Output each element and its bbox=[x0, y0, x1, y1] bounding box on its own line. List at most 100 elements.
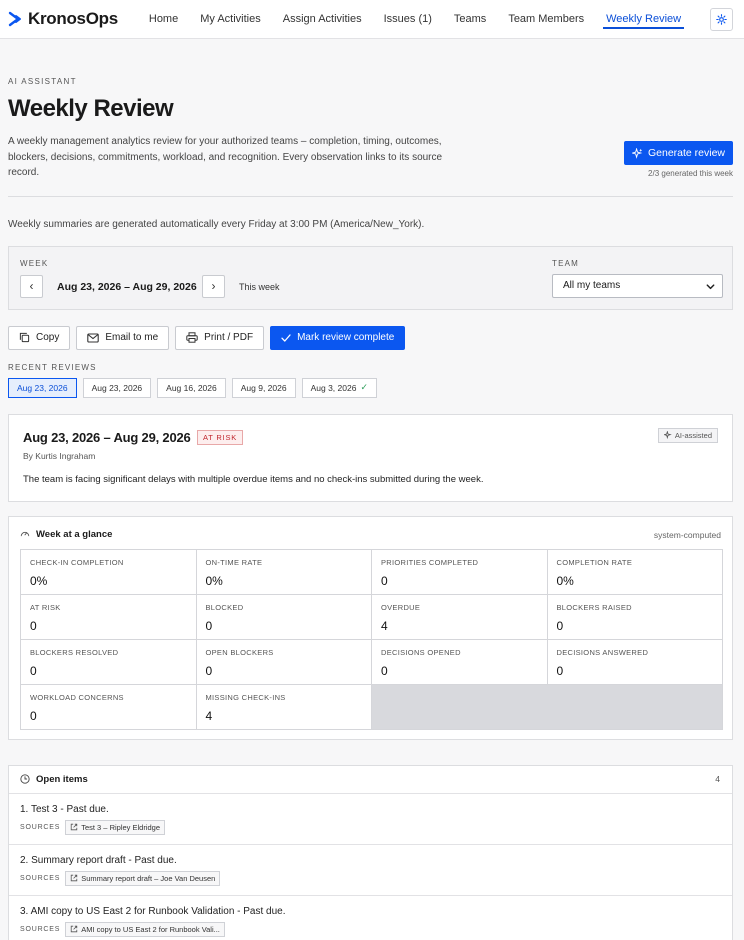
metric-value: 0 bbox=[30, 708, 37, 723]
recent-review-chip[interactable]: Aug 23, 2026 bbox=[8, 377, 77, 398]
team-label: TEAM bbox=[552, 258, 580, 268]
settings-button[interactable] bbox=[710, 8, 733, 31]
metric-label: MISSING CHECK-INS bbox=[205, 692, 286, 702]
source-link-label: Test 3 – Ripley Eldridge bbox=[81, 822, 161, 832]
metric-value: 0 bbox=[556, 618, 564, 633]
email-button[interactable]: Email to me bbox=[76, 325, 170, 350]
open-items-header: Open items 4 bbox=[9, 766, 732, 794]
check-icon bbox=[281, 333, 291, 342]
previous-week-button[interactable]: ‹ bbox=[20, 274, 43, 298]
metric-workload-concerns: WORKLOAD CONCERNS 0 bbox=[21, 684, 197, 730]
nav-team-members[interactable]: Team Members bbox=[497, 0, 595, 39]
sparkle-icon bbox=[663, 431, 672, 439]
open-items-title: Open items bbox=[36, 773, 88, 785]
metric-label: PRIORITIES COMPLETED bbox=[381, 557, 479, 567]
metric-label: BLOCKERS RAISED bbox=[556, 602, 632, 612]
sparkle-icon bbox=[631, 147, 643, 159]
copy-button[interactable]: Copy bbox=[8, 325, 71, 350]
metric-value: 0 bbox=[205, 618, 213, 633]
external-link-icon bbox=[71, 925, 78, 933]
metric-label: DECISIONS OPENED bbox=[381, 647, 461, 657]
print-button[interactable]: Print / PDF bbox=[175, 325, 265, 350]
auto-generation-note: Weekly summaries are generated automatic… bbox=[8, 218, 425, 230]
brand[interactable]: KronosOps bbox=[8, 9, 118, 29]
metric-on-time-rate: ON-TIME RATE 0% bbox=[196, 549, 372, 595]
gear-icon bbox=[716, 14, 727, 25]
metric-value: 0 bbox=[556, 663, 564, 678]
metric-label: DECISIONS ANSWERED bbox=[556, 647, 649, 657]
nav-home[interactable]: Home bbox=[138, 0, 189, 39]
recent-review-date: Aug 3, 2026 bbox=[310, 382, 357, 393]
page-description: A weekly management analytics review for… bbox=[8, 136, 443, 178]
nav-links: Home My Activities Assign Activities Iss… bbox=[138, 0, 692, 39]
metric-at-risk: AT RISK 0 bbox=[21, 594, 197, 640]
glance-source: system-computed bbox=[653, 529, 721, 540]
generate-area: Generate review 2/3 generated this week bbox=[624, 141, 733, 178]
list-item: 2. Summary report draft - Past due. SOUR… bbox=[9, 845, 732, 896]
week-range: Aug 23, 2026 – Aug 29, 2026 bbox=[57, 280, 197, 293]
nav-assign-activities[interactable]: Assign Activities bbox=[272, 0, 373, 39]
recent-review-chip[interactable]: Aug 16, 2026 bbox=[157, 377, 226, 398]
generate-review-label: Generate review bbox=[647, 147, 726, 159]
team-select[interactable]: All my teams bbox=[552, 273, 723, 298]
source-link-label: Summary report draft – Joe Van Deusen bbox=[81, 873, 216, 883]
page-title: Weekly Review bbox=[8, 95, 174, 122]
glance-header: Week at a glance bbox=[20, 529, 112, 540]
header-row: A weekly management analytics review for… bbox=[8, 134, 733, 181]
recent-review-date: Aug 16, 2026 bbox=[166, 382, 217, 393]
recent-review-chip[interactable]: Aug 9, 2026 bbox=[231, 377, 296, 398]
nav-weekly-review[interactable]: Weekly Review bbox=[595, 0, 692, 39]
metric-value: 0% bbox=[30, 573, 48, 588]
metric-missing-check-ins: MISSING CHECK-INS 4 bbox=[196, 684, 372, 730]
summary-title: Aug 23, 2026 – Aug 29, 2026 bbox=[23, 429, 191, 445]
this-week-link[interactable]: This week bbox=[239, 282, 280, 292]
metric-label: OPEN BLOCKERS bbox=[205, 647, 274, 657]
recent-review-chip[interactable]: Aug 23, 2026 bbox=[82, 377, 152, 398]
chevron-right-icon: › bbox=[211, 279, 216, 293]
week-at-a-glance-card: Week at a glance system-computed CHECK-I… bbox=[8, 515, 733, 740]
open-item-sources: SOURCES Summary report draft – Joe Van D… bbox=[20, 870, 721, 886]
list-item: 1. Test 3 - Past due. SOURCES Test 3 – R… bbox=[9, 794, 732, 845]
chevron-down-icon bbox=[706, 283, 715, 289]
recent-reviews: Aug 23, 2026 Aug 23, 2026 Aug 16, 2026 A… bbox=[8, 377, 733, 398]
recent-reviews-label: RECENT REVIEWS bbox=[8, 362, 97, 372]
ai-assisted-badge: AI-assisted bbox=[657, 427, 718, 443]
mail-icon bbox=[87, 332, 100, 343]
metric-value: 0 bbox=[381, 573, 388, 588]
mark-complete-button[interactable]: Mark review complete bbox=[270, 325, 406, 350]
open-item-text: 1. Test 3 - Past due. bbox=[20, 803, 109, 815]
page-eyebrow: AI ASSISTANT bbox=[8, 77, 77, 86]
top-nav: KronosOps Home My Activities Assign Acti… bbox=[0, 0, 744, 39]
open-item-text: 2. Summary report draft - Past due. bbox=[20, 854, 177, 866]
nav-my-activities[interactable]: My Activities bbox=[189, 0, 272, 39]
metric-blocked: BLOCKED 0 bbox=[196, 594, 372, 640]
source-link-label: AMI copy to US East 2 for Runbook Vali..… bbox=[81, 924, 220, 934]
metric-label: BLOCKED bbox=[205, 602, 244, 612]
page-content: AI ASSISTANT Weekly Review A weekly mana… bbox=[0, 77, 744, 940]
metric-value: 4 bbox=[381, 618, 388, 633]
sources-label: SOURCES bbox=[20, 874, 61, 882]
source-link[interactable]: Test 3 – Ripley Eldridge bbox=[65, 819, 166, 835]
generate-count: 2/3 generated this week bbox=[648, 169, 733, 178]
external-link-icon bbox=[71, 874, 78, 882]
nav-teams[interactable]: Teams bbox=[443, 0, 497, 39]
brand-name: KronosOps bbox=[28, 9, 118, 28]
recent-review-chip[interactable]: Aug 3, 2026 ✓ bbox=[301, 377, 377, 398]
status-badge: AT RISK bbox=[197, 429, 244, 445]
metric-value: 0 bbox=[30, 618, 37, 633]
source-link[interactable]: AMI copy to US East 2 for Runbook Vali..… bbox=[65, 921, 225, 937]
open-items-count: 4 bbox=[715, 774, 720, 784]
metric-label: CHECK-IN COMPLETION bbox=[30, 557, 124, 567]
metric-priorities-completed: PRIORITIES COMPLETED 0 bbox=[372, 549, 548, 595]
open-item-sources: SOURCES Test 3 – Ripley Eldridge bbox=[20, 819, 721, 835]
source-link[interactable]: Summary report draft – Joe Van Deusen bbox=[65, 870, 221, 886]
metric-value: 0% bbox=[205, 573, 223, 588]
metric-value: 0 bbox=[30, 663, 37, 678]
metrics-grid: CHECK-IN COMPLETION 0% ON-TIME RATE 0% PRI… bbox=[20, 548, 723, 730]
email-label: Email to me bbox=[105, 332, 159, 343]
next-week-button[interactable]: › bbox=[202, 274, 225, 298]
nav-issues[interactable]: Issues (1) bbox=[373, 0, 443, 39]
metric-grid-filler bbox=[372, 684, 723, 730]
recent-review-date: Aug 23, 2026 bbox=[91, 382, 143, 393]
generate-review-button[interactable]: Generate review bbox=[624, 141, 733, 165]
